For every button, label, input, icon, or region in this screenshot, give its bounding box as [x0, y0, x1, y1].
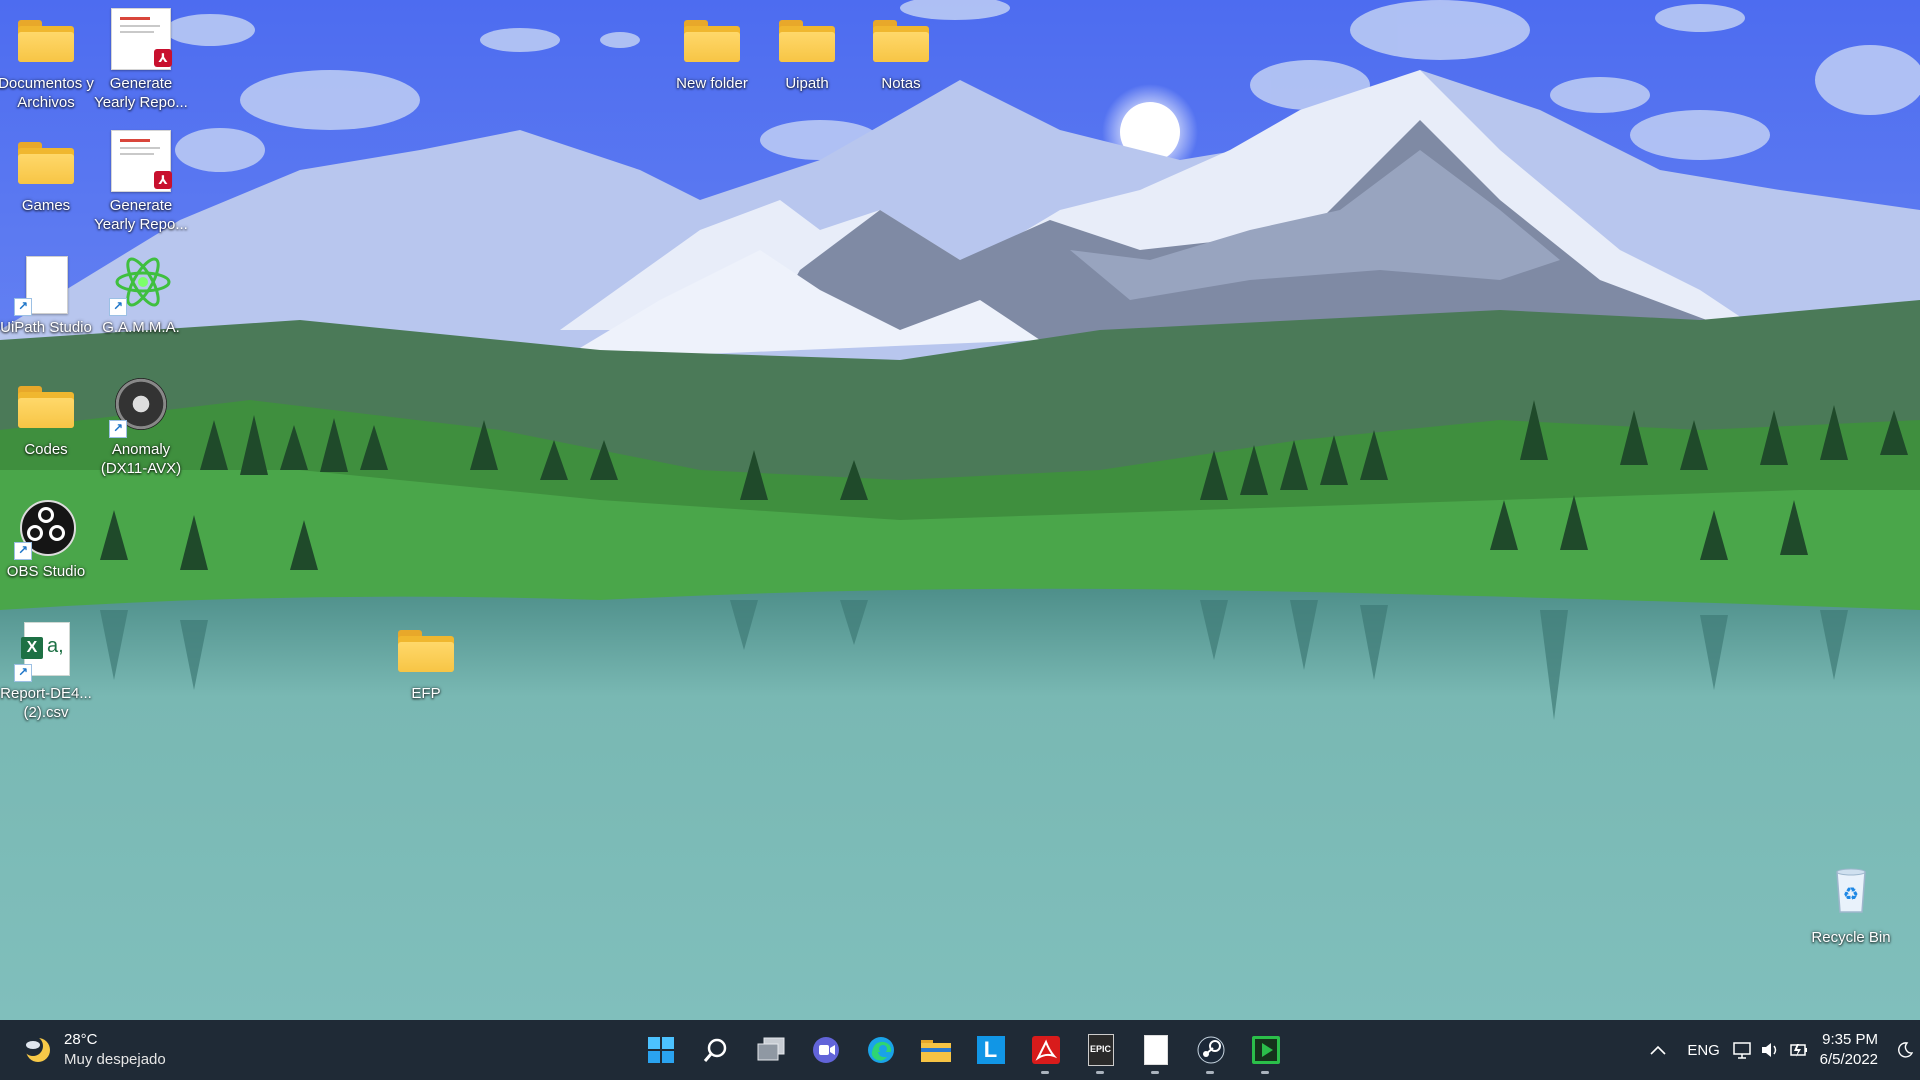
desktop-icon-label: Notas [881, 75, 921, 92]
edge-icon [867, 1037, 894, 1063]
edge-button[interactable] [853, 1026, 908, 1074]
desktop-icon-label: Documentos y Archivos [0, 75, 94, 111]
folder-icon [680, 8, 744, 72]
desktop-icon-codes[interactable]: Codes [0, 366, 94, 486]
notepad-icon [1143, 1035, 1168, 1065]
desktop-icon-label: New folder [676, 75, 748, 92]
desktop-icon-label: Report-DE4... (2).csv [0, 685, 92, 721]
desktop-icon-efp[interactable]: EFP [378, 610, 474, 730]
acrobat-button[interactable] [1018, 1026, 1073, 1074]
desktop-icon-uipath[interactable]: Uipath [759, 0, 855, 120]
taskbar-apps: L EPIC [633, 1026, 1293, 1074]
desktop-icon-label: OBS Studio [6, 563, 86, 580]
pdf-file-icon: ⅄ [109, 8, 173, 72]
atom-icon: ↗ [109, 252, 173, 316]
shortcut-arrow-icon: ↗ [14, 664, 32, 682]
desktop-icon-label: Anomaly (DX11-AVX) [100, 441, 182, 477]
battery-icon[interactable] [1784, 1020, 1812, 1080]
anomaly-icon: ↗ [109, 374, 173, 438]
clock-time: 9:35 PM [1822, 1031, 1878, 1048]
search-button[interactable] [688, 1026, 743, 1074]
chat-button[interactable] [798, 1026, 853, 1074]
folder-icon [775, 8, 839, 72]
desktop-icon-new-folder[interactable]: New folder [664, 0, 760, 120]
desktop-icon-obs-studio[interactable]: ↗ OBS Studio [0, 488, 94, 608]
system-tray: ENG 9:35 PM 6/5/2022 [1636, 1020, 1920, 1080]
epic-games-icon: EPIC [1087, 1034, 1114, 1066]
excel-file-icon: Xa, ↗ [14, 618, 78, 682]
l-app-button[interactable]: L [963, 1026, 1018, 1074]
focus-assist-icon[interactable] [1890, 1020, 1920, 1080]
desktop-icon-label: UiPath Studio [0, 319, 92, 336]
desktop-icon-label: Uipath [785, 75, 829, 92]
desktop-icon-uipath-studio[interactable]: ↗ UiPath Studio [0, 244, 94, 364]
desktop-icon-label: EFP [411, 685, 441, 702]
show-hidden-icons-button[interactable] [1636, 1020, 1680, 1080]
weather-widget[interactable]: 28°C Muy despejado [22, 1030, 166, 1070]
folder-icon [14, 8, 78, 72]
desktop-icon-label: Generate Yearly Repo... [94, 75, 188, 111]
moon-weather-icon [22, 1035, 52, 1065]
desktop-icon-recycle-bin[interactable]: ♻ Recycle Bin [1803, 854, 1899, 974]
desktop-icon-label: G.A.M.M.A. [102, 319, 180, 336]
file-explorer-button[interactable] [908, 1026, 963, 1074]
file-explorer-icon [920, 1040, 951, 1062]
desktop-icon-generate-report-1[interactable]: ⅄ Generate Yearly Repo... [93, 0, 189, 120]
language-indicator[interactable]: ENG [1680, 1020, 1728, 1080]
desktop-icon-notas[interactable]: Notas [853, 0, 949, 120]
task-view-icon [757, 1037, 784, 1061]
folder-icon [394, 618, 458, 682]
desktop-icon-generate-report-2[interactable]: ⅄ Generate Yearly Repo... [93, 122, 189, 242]
volume-icon[interactable] [1756, 1020, 1784, 1080]
l-app-icon: L [976, 1036, 1005, 1064]
desktop-wallpaper [0, 0, 1920, 1020]
clock[interactable]: 9:35 PM 6/5/2022 [1812, 1030, 1890, 1070]
desktop-icon-documentos[interactable]: Documentos y Archivos [0, 0, 94, 120]
desktop-icon-label: Games [21, 197, 71, 214]
media-player-icon [1251, 1036, 1280, 1064]
search-icon [703, 1038, 726, 1062]
shortcut-arrow-icon: ↗ [14, 298, 32, 316]
shortcut-arrow-icon: ↗ [109, 420, 127, 438]
task-view-button[interactable] [743, 1026, 798, 1074]
desktop-icon-gamma[interactable]: ↗ G.A.M.M.A. [93, 244, 189, 364]
notepad-button[interactable] [1128, 1026, 1183, 1074]
blank-file-icon: ↗ [14, 252, 78, 316]
teams-chat-icon [812, 1037, 839, 1063]
weather-temperature: 28°C [64, 1031, 98, 1048]
svg-text:♻: ♻ [1843, 884, 1859, 905]
desktop-icon-report-csv[interactable]: Xa, ↗ Report-DE4... (2).csv [0, 610, 94, 730]
recycle-bin-icon: ♻ [1819, 862, 1883, 926]
clock-date: 6/5/2022 [1819, 1051, 1878, 1068]
desktop-icon-games[interactable]: Games [0, 122, 94, 242]
taskbar: 28°C Muy despejado L EPIC ENG 9:35 PM 6/… [0, 1020, 1920, 1080]
chevron-up-icon [1650, 1045, 1666, 1055]
desktop-icon-label: Generate Yearly Repo... [94, 197, 188, 233]
windows-start-icon [647, 1037, 674, 1063]
obs-icon: ↗ [14, 496, 78, 560]
acrobat-icon [1031, 1036, 1060, 1064]
folder-icon [869, 8, 933, 72]
start-button[interactable] [633, 1026, 688, 1074]
desktop-icon-anomaly[interactable]: ↗ Anomaly (DX11-AVX) [93, 366, 189, 486]
shortcut-arrow-icon: ↗ [14, 542, 32, 560]
pdf-file-icon: ⅄ [109, 130, 173, 194]
desktop-icon-label: Codes [24, 441, 68, 458]
epic-games-button[interactable]: EPIC [1073, 1026, 1128, 1074]
steam-icon [1197, 1036, 1224, 1064]
media-player-button[interactable] [1238, 1026, 1293, 1074]
weather-description: Muy despejado [64, 1051, 166, 1068]
shortcut-arrow-icon: ↗ [109, 298, 127, 316]
folder-icon [14, 374, 78, 438]
desktop-icon-label: Recycle Bin [1811, 929, 1891, 946]
network-icon[interactable] [1728, 1020, 1756, 1080]
steam-button[interactable] [1183, 1026, 1238, 1074]
folder-icon [14, 130, 78, 194]
